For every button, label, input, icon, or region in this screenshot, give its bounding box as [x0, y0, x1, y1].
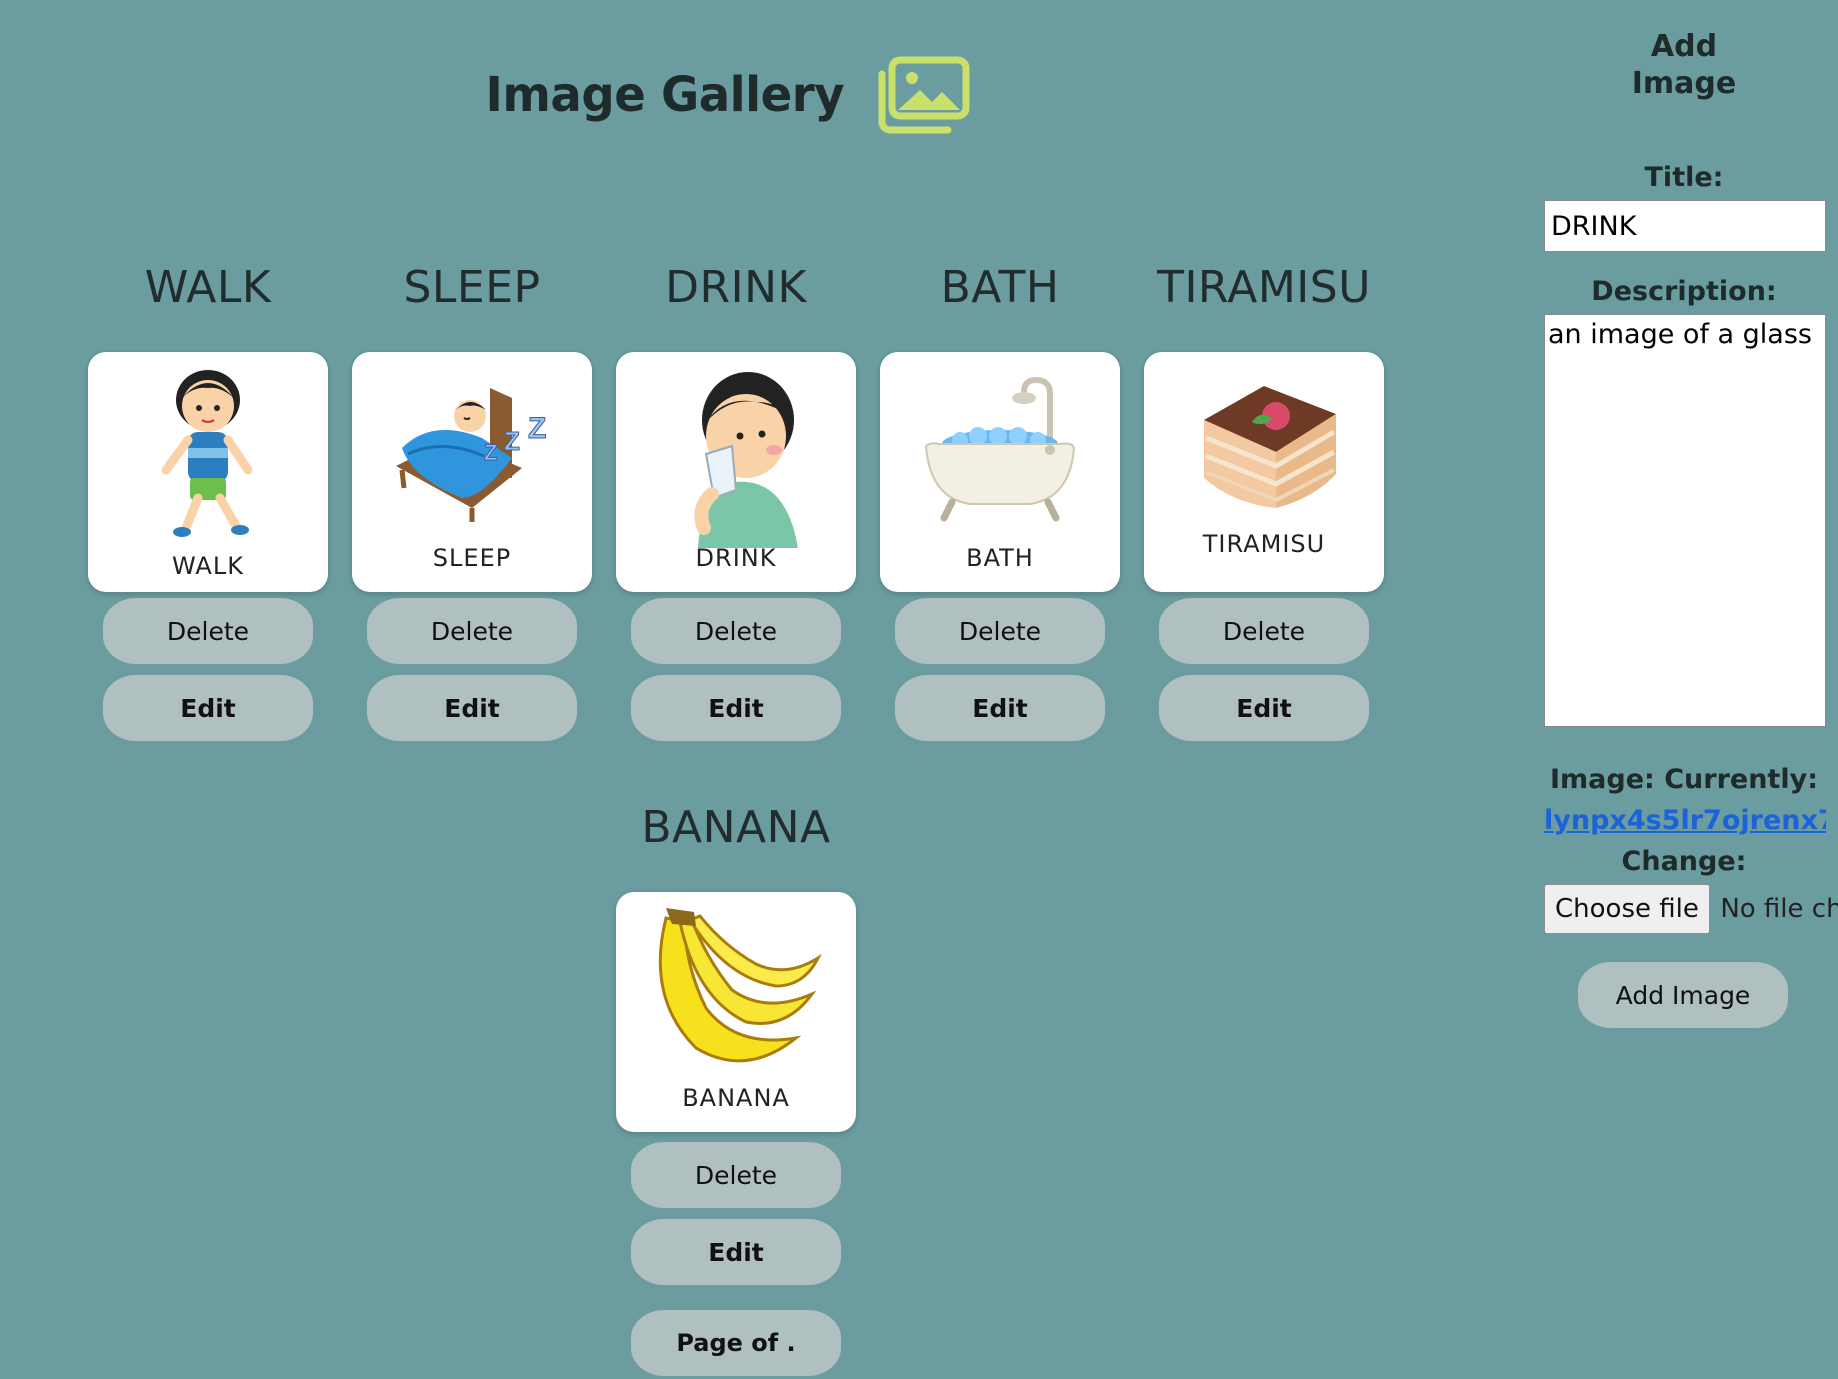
delete-button[interactable]: Delete: [631, 1142, 841, 1208]
add-image-form: Add Image Title: Description: an image o…: [1540, 0, 1838, 1379]
image-card[interactable]: BANANA: [616, 892, 856, 1132]
delete-button[interactable]: Delete: [367, 598, 577, 664]
svg-text:Z: Z: [528, 412, 546, 445]
item-title: WALK: [144, 262, 272, 313]
title-input[interactable]: [1544, 200, 1826, 252]
description-label: Description:: [1591, 276, 1777, 307]
delete-button[interactable]: Delete: [631, 598, 841, 664]
image-card[interactable]: BATH: [880, 352, 1120, 592]
svg-text:Z: Z: [484, 440, 497, 465]
edit-button[interactable]: Edit: [631, 675, 841, 741]
boy-walking-image: [161, 370, 253, 537]
card-caption: BATH: [966, 544, 1034, 572]
header: Image Gallery: [480, 56, 970, 134]
change-label: Change:: [1621, 846, 1747, 877]
no-file-text: No file chosen: [1720, 894, 1838, 924]
delete-button[interactable]: Delete: [1159, 598, 1369, 664]
current-file-link[interactable]: lynpx4s5lr7ojrenx72: [1544, 805, 1826, 836]
edit-button[interactable]: Edit: [1159, 675, 1369, 741]
delete-button[interactable]: Delete: [103, 598, 313, 664]
image-card[interactable]: WALK: [88, 352, 328, 592]
add-image-button[interactable]: Add Image: [1578, 962, 1788, 1028]
item-title: TIRAMISU: [1157, 262, 1371, 313]
image-card[interactable]: TIRAMISU: [1144, 352, 1384, 592]
image-card[interactable]: DRINK: [616, 352, 856, 592]
svg-text:Z: Z: [504, 426, 520, 456]
card-caption: TIRAMISU: [1202, 530, 1326, 558]
edit-button[interactable]: Edit: [895, 675, 1105, 741]
delete-button[interactable]: Delete: [895, 598, 1105, 664]
item-title: SLEEP: [403, 262, 541, 313]
item-title: BANANA: [641, 802, 831, 853]
page: Image Gallery WALK WALK Delete Edit SLEE…: [0, 0, 1838, 1379]
card-caption: WALK: [172, 552, 244, 580]
item-title: BATH: [940, 262, 1060, 313]
edit-button[interactable]: Edit: [631, 1219, 841, 1285]
card-caption: SLEEP: [432, 544, 512, 572]
file-input[interactable]: Choose file No file chosen: [1544, 884, 1838, 936]
page-title: Image Gallery: [485, 67, 845, 123]
tiramisu-image: [1204, 386, 1336, 508]
title-label: Title:: [1644, 162, 1724, 193]
choose-file-button[interactable]: Choose file: [1544, 884, 1710, 934]
edit-button[interactable]: Edit: [367, 675, 577, 741]
bananas-image: [658, 908, 822, 1063]
pagination-button[interactable]: Page of .: [631, 1310, 841, 1376]
description-textarea[interactable]: an image of a glass: [1544, 314, 1826, 727]
boy-sleeping-image: Z Z Z: [396, 388, 547, 522]
item-title: DRINK: [665, 262, 807, 313]
image-card[interactable]: Z Z Z SLEEP: [352, 352, 592, 592]
gallery-icon: [878, 56, 970, 134]
card-caption: BANANA: [682, 1084, 790, 1112]
bathtub-image: [924, 376, 1076, 522]
form-heading: Add Image: [1631, 29, 1737, 101]
card-caption: DRINK: [695, 544, 777, 572]
image-current-label: Image: Currently:: [1550, 764, 1818, 795]
boy-drinking-image: [694, 372, 798, 548]
edit-button[interactable]: Edit: [103, 675, 313, 741]
